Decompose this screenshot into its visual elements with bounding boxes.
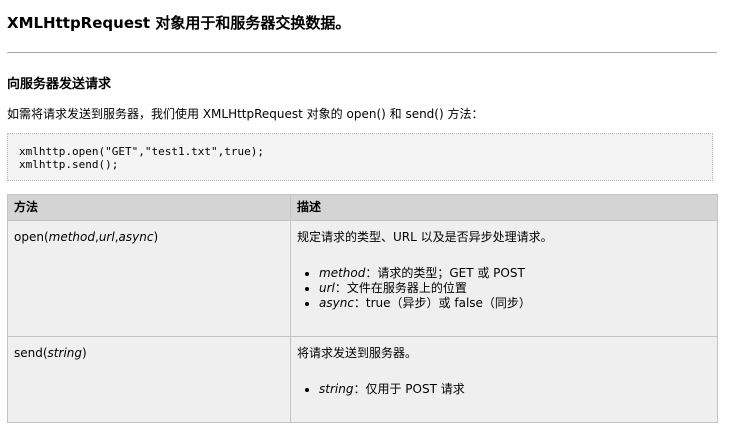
description-text: 将请求发送到服务器。 <box>297 346 418 360</box>
method-cell: send(string) <box>7 336 291 423</box>
table-row: open(method,url,async) 规定请求的类型、URL 以及是否异… <box>7 220 718 337</box>
code-example: xmlhttp.open("GET","test1.txt",true); xm… <box>7 133 713 181</box>
method-cell: open(method,url,async) <box>7 220 291 337</box>
table-row: send(string) 将请求发送到服务器。 string：仅用于 POST … <box>7 336 718 423</box>
page-title: XMLHttpRequest 对象用于和服务器交换数据。 <box>7 14 351 32</box>
list-item: url：文件在服务器上的位置 <box>319 281 711 296</box>
list-item: async：true（异步）或 false（同步） <box>319 296 711 311</box>
header-description: 描述 <box>290 194 718 221</box>
divider <box>7 52 717 53</box>
intro-text: 如需将请求发送到服务器，我们使用 XMLHttpRequest 对象的 open… <box>7 107 484 121</box>
section-heading: 向服务器发送请求 <box>7 77 112 92</box>
description-text: 规定请求的类型、URL 以及是否异步处理请求。 <box>297 230 553 244</box>
param-list: method：请求的类型；GET 或 POST url：文件在服务器上的位置 a… <box>297 266 711 311</box>
code-line-1: xmlhttp.open("GET","test1.txt",true); <box>19 145 265 158</box>
list-item: method：请求的类型；GET 或 POST <box>319 266 711 281</box>
description-cell: 规定请求的类型、URL 以及是否异步处理请求。 method：请求的类型；GET… <box>290 220 718 337</box>
intro-paragraph: 如需将请求发送到服务器，我们使用 XMLHttpRequest 对象的 open… <box>7 106 483 122</box>
param-list: string：仅用于 POST 请求 <box>297 382 711 397</box>
table-header-row: 方法 描述 <box>7 194 718 221</box>
list-item: string：仅用于 POST 请求 <box>319 382 711 397</box>
method-table: 方法 描述 open(method,url,async) 规定请求的类型、URL… <box>7 194 718 423</box>
code-line-2: xmlhttp.send(); <box>19 158 119 171</box>
header-method: 方法 <box>7 194 291 221</box>
description-cell: 将请求发送到服务器。 string：仅用于 POST 请求 <box>290 336 718 423</box>
